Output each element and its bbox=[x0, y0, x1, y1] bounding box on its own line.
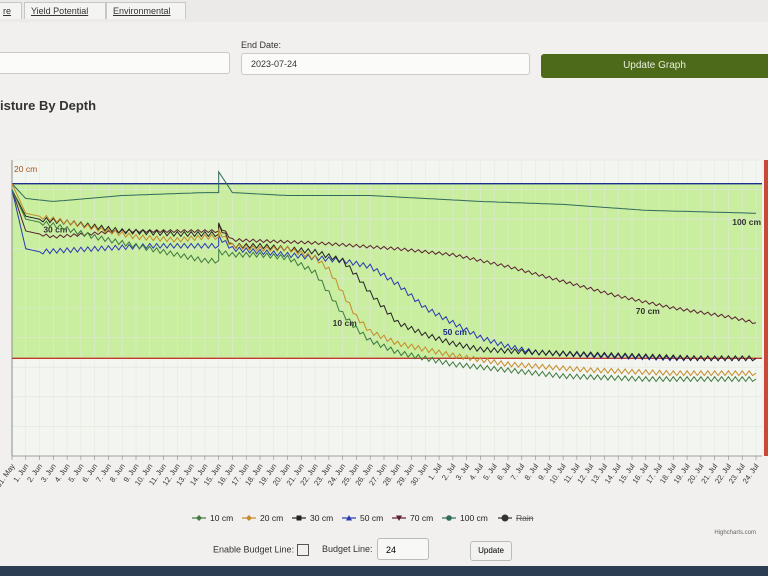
legend-marker bbox=[446, 515, 452, 521]
series-label-70cm: 70 cm bbox=[636, 306, 661, 316]
legend-item-20cm[interactable]: 20 cm bbox=[242, 513, 283, 523]
budget-line-input[interactable]: 24 bbox=[377, 538, 429, 560]
legend-item-30cm[interactable]: 30 cm bbox=[292, 513, 333, 523]
tab-bar: re Yield Potential Environmental bbox=[0, 0, 768, 22]
series-label-10cm: 10 cm bbox=[333, 318, 358, 328]
series-label-50cm: 50 cm bbox=[443, 327, 468, 337]
legend-label: Rain bbox=[516, 513, 534, 523]
legend-label: 30 cm bbox=[310, 513, 333, 523]
optimal-band bbox=[12, 183, 762, 359]
legend-item-rain[interactable]: Rain bbox=[498, 513, 534, 523]
legend-label: 20 cm bbox=[260, 513, 283, 523]
legend-item-70cm[interactable]: 70 cm bbox=[392, 513, 433, 523]
legend-item-50cm[interactable]: 50 cm bbox=[342, 513, 383, 523]
tab-environmental[interactable]: Environmental bbox=[106, 2, 186, 19]
legend-marker bbox=[296, 515, 302, 521]
taskbar bbox=[0, 566, 768, 576]
end-date-field[interactable]: 2023-07-24 bbox=[241, 53, 530, 75]
legend-label: 70 cm bbox=[410, 513, 433, 523]
enable-budget-checkbox[interactable] bbox=[297, 544, 310, 556]
highcharts-credit: Highcharts.com bbox=[714, 530, 756, 536]
legend-label: 100 cm bbox=[460, 513, 488, 523]
enable-budget-label: Enable Budget Line: bbox=[213, 544, 295, 555]
legend-marker bbox=[501, 514, 509, 522]
tab-yield-potential[interactable]: Yield Potential bbox=[24, 2, 106, 19]
legend-marker bbox=[246, 515, 252, 521]
chart-title: isture By Depth bbox=[0, 98, 97, 113]
screen: re Yield Potential Environmental End Dat… bbox=[0, 0, 768, 576]
budget-line-label: Budget Line: bbox=[322, 544, 373, 554]
legend-label: 10 cm bbox=[210, 513, 233, 523]
moisture-chart: 100 cm70 cm50 cm30 cm10 cm20 cm 31. May1… bbox=[0, 159, 768, 536]
update-button[interactable]: Update bbox=[470, 541, 512, 561]
right-edge-strip bbox=[764, 160, 768, 456]
tab-partial[interactable]: re bbox=[0, 2, 22, 19]
end-date-label: End Date: bbox=[241, 40, 282, 50]
series-label-100cm: 100 cm bbox=[732, 217, 761, 227]
legend-label: 50 cm bbox=[360, 513, 383, 523]
top-left-series-label: 20 cm bbox=[14, 164, 37, 174]
enable-budget-control: Enable Budget Line: bbox=[213, 544, 310, 556]
update-graph-button[interactable]: Update Graph bbox=[541, 54, 768, 78]
start-date-field[interactable] bbox=[0, 52, 230, 74]
legend-item-100cm[interactable]: 100 cm bbox=[442, 513, 488, 523]
legend-item-10cm[interactable]: 10 cm bbox=[192, 513, 233, 523]
legend-marker bbox=[196, 515, 202, 521]
